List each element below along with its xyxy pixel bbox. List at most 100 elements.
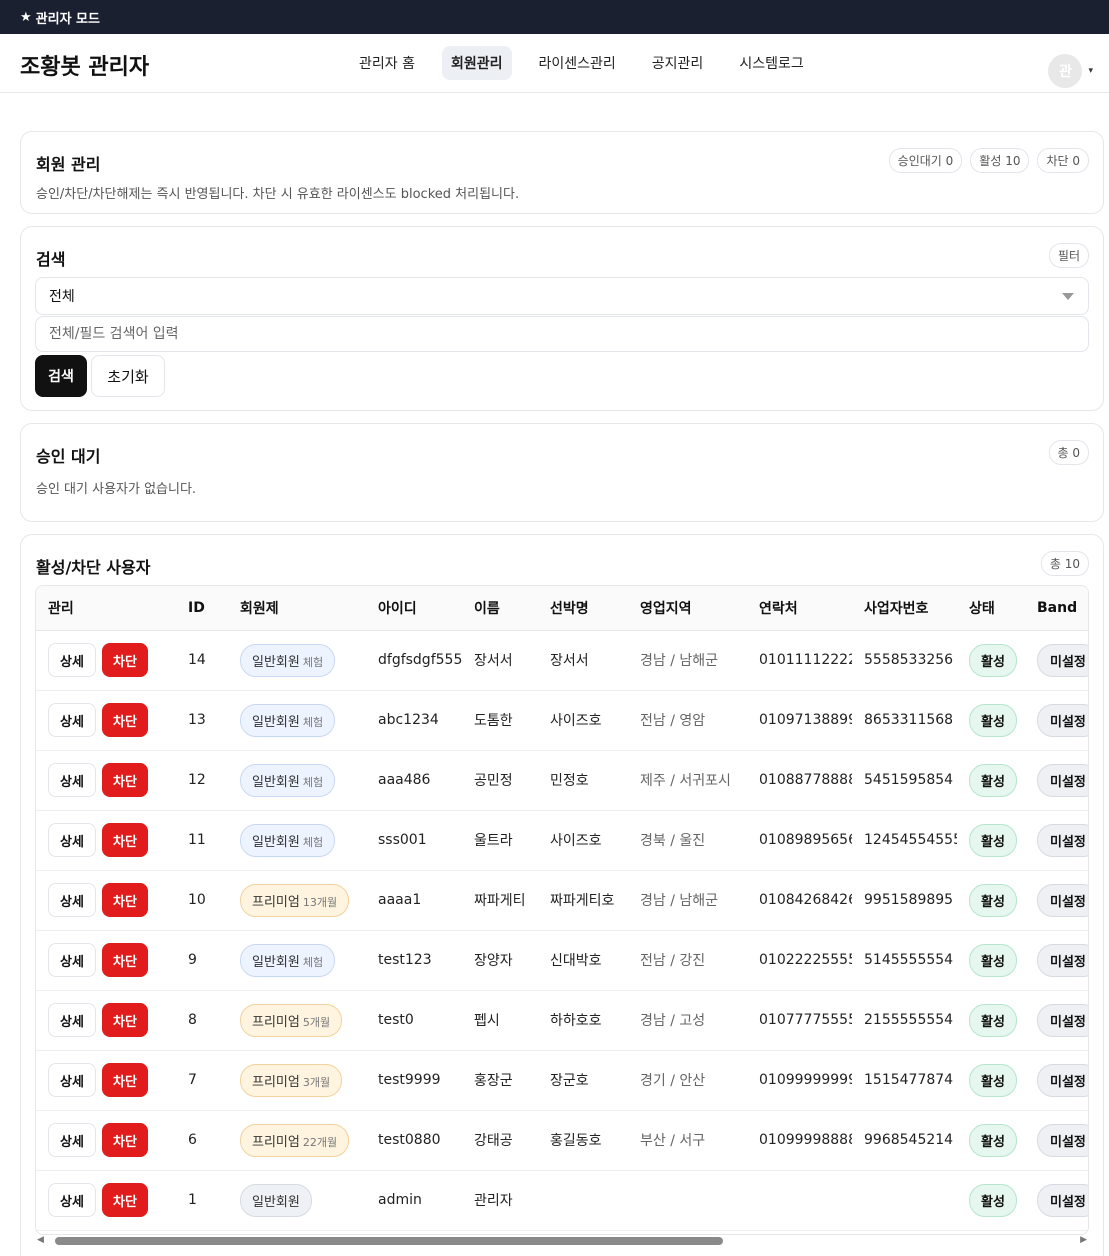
table-row: 상세 차단 13 일반회원 체험 abc1234 도톰한 사이즈호 전남 / 영암 0109713… [36, 690, 1088, 751]
cell-biz-number: 9968545214 [852, 1110, 957, 1171]
band-badge[interactable]: 미설정 [1037, 643, 1088, 677]
detail-button[interactable]: 상세 [48, 1063, 96, 1097]
plan-badge: 일반회원 체험 [240, 643, 336, 677]
block-button[interactable]: 차단 [102, 1003, 148, 1037]
cell-band: 미설정 [1025, 1050, 1088, 1111]
nav-licenses[interactable]: 라이센스관리 [530, 46, 625, 80]
block-button[interactable]: 차단 [102, 883, 148, 917]
detail-button[interactable]: 상세 [48, 1003, 96, 1037]
block-button[interactable]: 차단 [102, 1063, 148, 1097]
detail-button[interactable]: 상세 [48, 763, 96, 797]
col-header-phone: 연락처 [747, 586, 852, 631]
plan-badge: 프리미엄 3개월 [240, 1063, 343, 1097]
detail-button[interactable]: 상세 [48, 883, 96, 917]
scroll-left-icon[interactable]: ◀ [37, 1235, 44, 1245]
search-input[interactable] [35, 316, 1089, 352]
cell-biz-number [852, 1170, 957, 1231]
detail-button[interactable]: 상세 [48, 703, 96, 737]
horizontal-scrollbar[interactable]: ◀ ▶ [35, 1233, 1089, 1247]
plan-label: 일반회원 [252, 654, 300, 670]
top-header: 조황봇 관리자 관리자 홈 회원관리 라이센스관리 공지관리 시스템로그 관 ▾ [0, 34, 1109, 93]
pending-approval-card: 승인 대기 총 0 승인 대기 사용자가 없습니다. [20, 423, 1104, 522]
table-row: 상세 차단 6 프리미엄 22개월 test0880 강태공 홍길동호 부산 / 서구 01099… [36, 1110, 1088, 1171]
brand-title[interactable]: 조황봇 관리자 [20, 49, 149, 81]
filter-badge[interactable]: 필터 [1048, 243, 1089, 268]
cell-id: 8 [176, 990, 228, 1051]
cell-userid: admin [366, 1170, 462, 1231]
cell-biz-number: 12454554555 [852, 810, 957, 871]
row-actions: 상세 차단 [36, 810, 176, 871]
band-badge[interactable]: 미설정 [1037, 763, 1088, 797]
plan-duration: 체험 [302, 775, 324, 789]
cell-plan: 일반회원 체험 [228, 930, 366, 991]
cell-userid: test0 [366, 990, 462, 1051]
block-button[interactable]: 차단 [102, 703, 148, 737]
col-header-userid: 아이디 [366, 586, 462, 631]
plan-label: 일반회원 [252, 774, 300, 790]
nav-admin-home[interactable]: 관리자 홈 [350, 46, 424, 80]
band-badge[interactable]: 미설정 [1037, 703, 1088, 737]
col-header-band: Band [1025, 586, 1088, 631]
status-badge: 활성 [969, 1123, 1017, 1157]
band-badge[interactable]: 미설정 [1037, 1063, 1088, 1097]
search-field-select[interactable]: 전체 [35, 277, 1089, 315]
cell-userid: sss001 [366, 810, 462, 871]
band-badge[interactable]: 미설정 [1037, 1003, 1088, 1037]
cell-phone: 01099998888 [747, 1110, 852, 1171]
block-button[interactable]: 차단 [102, 763, 148, 797]
user-menu[interactable]: 관 ▾ [1048, 54, 1093, 88]
col-header-plan: 회원제 [228, 586, 366, 631]
cell-id: 13 [176, 690, 228, 751]
block-button[interactable]: 차단 [102, 1183, 148, 1217]
band-badge[interactable]: 미설정 [1037, 883, 1088, 917]
detail-button[interactable]: 상세 [48, 1123, 96, 1157]
detail-button[interactable]: 상세 [48, 1183, 96, 1217]
block-button[interactable]: 차단 [102, 823, 148, 857]
nav-members[interactable]: 회원관리 [441, 46, 512, 80]
cell-status: 활성 [957, 930, 1025, 991]
plan-badge: 프리미엄 5개월 [240, 1003, 343, 1037]
table-row: 상세 차단 9 일반회원 체험 test123 장양자 신대박호 전남 / 강진 01022225… [36, 930, 1088, 991]
pending-count-badge: 승인대기 0 [888, 148, 963, 173]
chevron-down-icon[interactable]: ▾ [1088, 66, 1093, 76]
cell-name: 펩시 [462, 990, 538, 1051]
users-table-container[interactable]: 관리 ID 회원제 아이디 이름 선박명 영업지역 연락처 사업자번호 상태 B… [35, 585, 1089, 1235]
band-badge[interactable]: 미설정 [1037, 943, 1088, 977]
cell-ship: 민정호 [538, 750, 628, 811]
block-button[interactable]: 차단 [102, 943, 148, 977]
col-header-biz-number: 사업자번호 [852, 586, 957, 631]
table-row: 상세 차단 8 프리미엄 5개월 test0 펩시 하하호호 경남 / 고성 0107777555… [36, 990, 1088, 1051]
row-actions: 상세 차단 [36, 870, 176, 931]
band-badge[interactable]: 미설정 [1037, 823, 1088, 857]
cell-plan: 프리미엄 5개월 [228, 990, 366, 1051]
detail-button[interactable]: 상세 [48, 943, 96, 977]
cell-ship: 신대박호 [538, 930, 628, 991]
scroll-right-icon[interactable]: ▶ [1080, 1235, 1087, 1245]
member-card-description: 승인/차단/차단해제는 즉시 반영됩니다. 차단 시 유효한 라이센스도 blo… [36, 187, 520, 202]
users-count-row: 총 10 [1040, 551, 1089, 576]
band-badge[interactable]: 미설정 [1037, 1123, 1088, 1157]
cell-region: 경남 / 남해군 [628, 630, 747, 691]
status-badge: 활성 [969, 1063, 1017, 1097]
table-row: 상세 차단 12 일반회원 체험 aaa486 공민정 민정호 제주 / 서귀포시 0108877… [36, 750, 1088, 811]
block-button[interactable]: 차단 [102, 643, 148, 677]
nav-notices[interactable]: 공지관리 [643, 46, 713, 80]
cell-phone: 01097138899 [747, 690, 852, 751]
cell-region: 경기 / 안산 [628, 1050, 747, 1111]
main-nav: 관리자 홈 회원관리 라이센스관리 공지관리 시스템로그 [350, 46, 827, 80]
detail-button[interactable]: 상세 [48, 643, 96, 677]
avatar[interactable]: 관 [1048, 54, 1083, 88]
block-button[interactable]: 차단 [102, 1123, 148, 1157]
band-badge[interactable]: 미설정 [1037, 1183, 1088, 1217]
status-badge: 활성 [969, 943, 1017, 977]
scroll-thumb[interactable] [55, 1237, 723, 1245]
status-badge: 활성 [969, 1003, 1017, 1037]
cell-id: 9 [176, 930, 228, 991]
search-button[interactable]: 검색 [35, 355, 87, 397]
plan-label: 프리미엄 [252, 894, 300, 910]
cell-name: 짜파게티 [462, 870, 538, 931]
search-field-select-value: 전체 [49, 289, 75, 305]
detail-button[interactable]: 상세 [48, 823, 96, 857]
reset-button[interactable]: 초기화 [91, 355, 165, 397]
nav-system-log[interactable]: 시스템로그 [730, 46, 812, 80]
